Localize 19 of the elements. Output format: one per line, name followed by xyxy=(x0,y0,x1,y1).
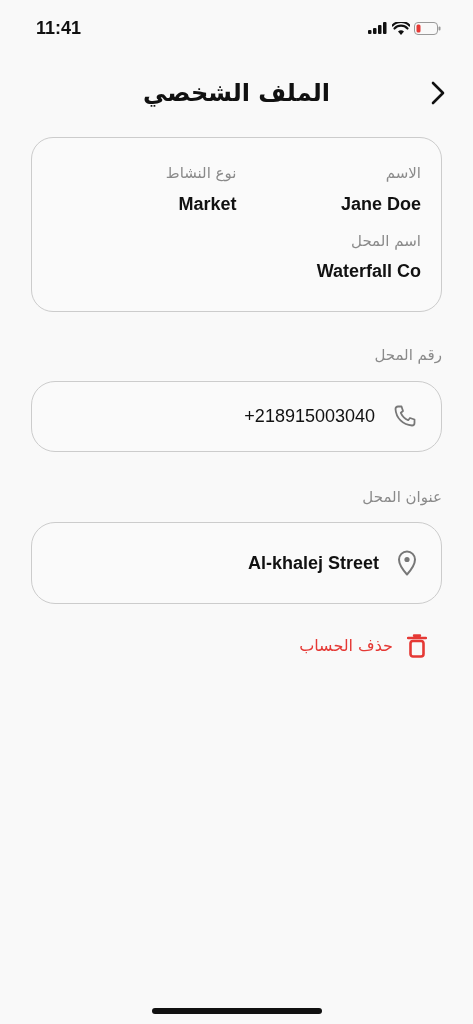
field-label: رقم المحل xyxy=(373,345,442,366)
input-field: +218915003040 xyxy=(31,380,442,452)
location-pin-icon xyxy=(397,550,417,576)
field-value: Waterfall Co xyxy=(316,260,421,283)
signal-icon xyxy=(368,22,388,34)
status-time: 11:41 xyxy=(36,16,82,40)
field-label: نوع النشاط xyxy=(164,163,237,184)
delete-account-button[interactable]: حذف الحساب xyxy=(299,634,427,658)
field-label: عنوان المحل xyxy=(361,486,442,508)
page-title: الملف الشخصي xyxy=(143,78,330,109)
field-value: Jane Doe xyxy=(340,192,421,216)
trash-icon xyxy=(407,634,427,658)
phone-icon xyxy=(393,404,417,428)
field-label: الاسم xyxy=(384,163,421,184)
wifi-icon xyxy=(392,21,410,35)
field-value: Market xyxy=(178,192,237,216)
field-label: اسم المحل xyxy=(350,230,421,252)
battery-icon xyxy=(414,21,441,35)
input-field: Al-khalej Street xyxy=(31,522,442,604)
